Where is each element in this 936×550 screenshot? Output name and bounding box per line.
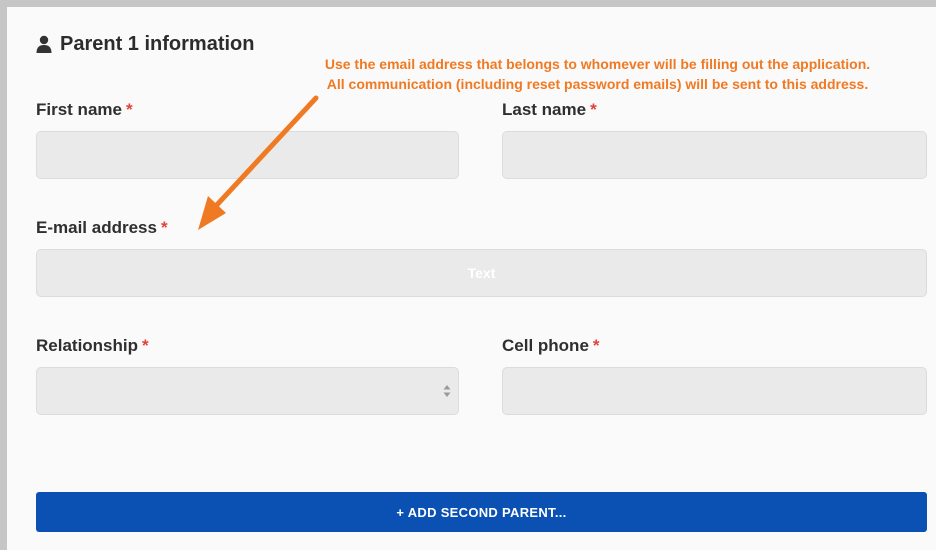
select-arrows-icon [443, 385, 451, 397]
relationship-select-value[interactable] [36, 367, 459, 415]
user-icon [36, 35, 52, 53]
email-annotation: Use the email address that belongs to wh… [265, 54, 930, 94]
panel-left-border [0, 0, 7, 550]
required-marker: * [592, 336, 600, 355]
required-marker: * [142, 336, 149, 355]
required-marker: * [590, 100, 597, 119]
cell-phone-label: Cell phone * [502, 336, 600, 356]
annotation-line-1: Use the email address that belongs to wh… [324, 56, 871, 72]
first-name-input[interactable] [36, 131, 459, 179]
required-marker: * [160, 218, 168, 237]
relationship-select[interactable] [36, 367, 459, 415]
email-label-text: E-mail address [36, 218, 157, 237]
page: Parent 1 information Use the email addre… [0, 0, 936, 550]
annotation-line-2: All communication (including reset passw… [326, 76, 869, 92]
last-name-label-text: Last name [502, 100, 587, 119]
email-label: E-mail address * [36, 218, 168, 238]
section-title-text: Parent 1 information [60, 32, 255, 55]
first-name-label-text: First name [36, 100, 122, 119]
add-second-parent-button[interactable]: + ADD SECOND PARENT... [36, 492, 927, 532]
last-name-label: Last name * [502, 100, 597, 120]
relationship-label: Relationship * [36, 336, 149, 356]
relationship-label-text: Relationship [36, 336, 139, 355]
last-name-input[interactable] [502, 131, 927, 179]
required-marker: * [125, 100, 133, 119]
email-input[interactable] [36, 249, 927, 297]
panel-top-border [0, 0, 936, 7]
section-title: Parent 1 information [36, 32, 254, 56]
cell-phone-input[interactable] [502, 367, 927, 415]
first-name-label: First name * [36, 100, 133, 120]
cell-phone-label-text: Cell phone [502, 336, 589, 355]
